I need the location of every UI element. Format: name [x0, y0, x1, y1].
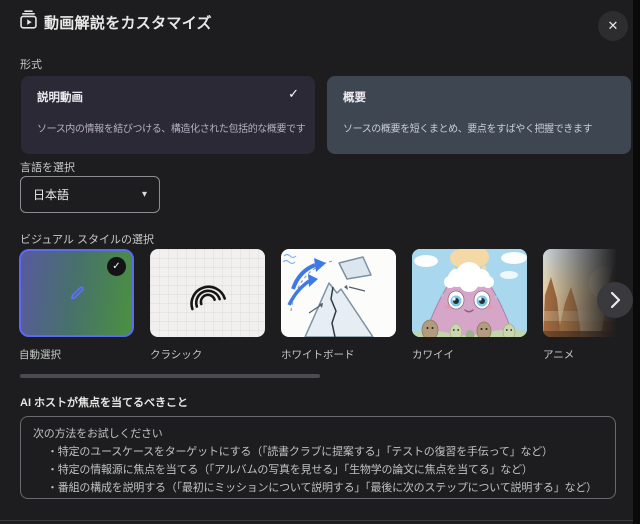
format-option-description: ソース内の情報を結びつける、構造化された包括的な概要です: [37, 120, 305, 135]
video-overview-icon: [18, 9, 39, 30]
language-selected-value: 日本語: [33, 186, 69, 203]
kawaii-volcano-art: [412, 249, 527, 337]
placeholder-line: ・番組の構成を説明する（「最初にミッションについて説明する」「最後に次のステップ…: [33, 479, 603, 497]
style-option-label: カワイイ: [412, 347, 454, 362]
language-select[interactable]: 日本語 ▾: [20, 176, 160, 213]
customize-video-dialog: 動画解説をカスタマイズ ✕ 形式 説明動画 ソース内の情報を結びつける、構造化さ…: [0, 0, 633, 524]
caret-down-icon: ▾: [142, 189, 147, 200]
style-option-label: ホワイトボード: [281, 347, 355, 362]
format-option-explainer-video[interactable]: 説明動画 ソース内の情報を結びつける、構造化された包括的な概要です ✓: [21, 76, 315, 154]
selected-check-icon: ✓: [107, 257, 126, 276]
placeholder-line: ・特定のユースケースをターゲットにする（「読書クラブに提案する」「テストの復習を…: [33, 443, 603, 461]
style-option-whiteboard[interactable]: [281, 249, 396, 337]
close-icon: ✕: [608, 18, 619, 34]
format-option-description: ソースの概要を短くまとめ、要点をすばやく把握できます: [343, 120, 592, 135]
next-styles-button[interactable]: [597, 282, 633, 318]
focus-input[interactable]: 次の方法をお試しください ・特定のユースケースをターゲットにする（「読書クラブに…: [20, 416, 616, 499]
style-option-label: アニメ: [543, 347, 574, 362]
selected-check-icon: ✓: [288, 86, 299, 102]
style-option-label: 自動選択: [19, 347, 61, 362]
language-section-label: 言語を選択: [20, 159, 75, 175]
style-carousel-scrollbar[interactable]: [20, 374, 320, 378]
style-option-label: クラシック: [150, 347, 202, 362]
dialog-title: 動画解説をカスタマイズ: [44, 12, 212, 33]
whiteboard-volcano-art: [281, 249, 396, 337]
format-option-title: 概要: [343, 89, 366, 105]
chevron-right-icon: [597, 282, 633, 318]
style-option-classic[interactable]: [150, 249, 265, 337]
close-button[interactable]: ✕: [598, 11, 628, 41]
placeholder-line: ・特定の情報源に焦点を当てる（「アルバムの写真を見せる」「生物学の論文に焦点を当…: [33, 461, 603, 479]
placeholder-line: 次の方法をお試しください: [33, 425, 603, 443]
pen-icon: [66, 282, 88, 304]
classic-arcs-art: [150, 249, 265, 337]
format-section-label: 形式: [20, 56, 42, 72]
format-option-brief[interactable]: 概要 ソースの概要を短くまとめ、要点をすばやく把握できます: [327, 76, 631, 154]
focus-section-label: AI ホストが焦点を当てるべきこと: [20, 394, 188, 410]
style-option-kawaii[interactable]: [412, 249, 527, 337]
footer-divider: [0, 520, 633, 521]
format-option-title: 説明動画: [37, 89, 83, 105]
visual-style-section-label: ビジュアル スタイルの選択: [20, 231, 154, 247]
check-glyph: ✓: [112, 261, 120, 272]
style-option-auto[interactable]: ✓: [19, 249, 134, 337]
